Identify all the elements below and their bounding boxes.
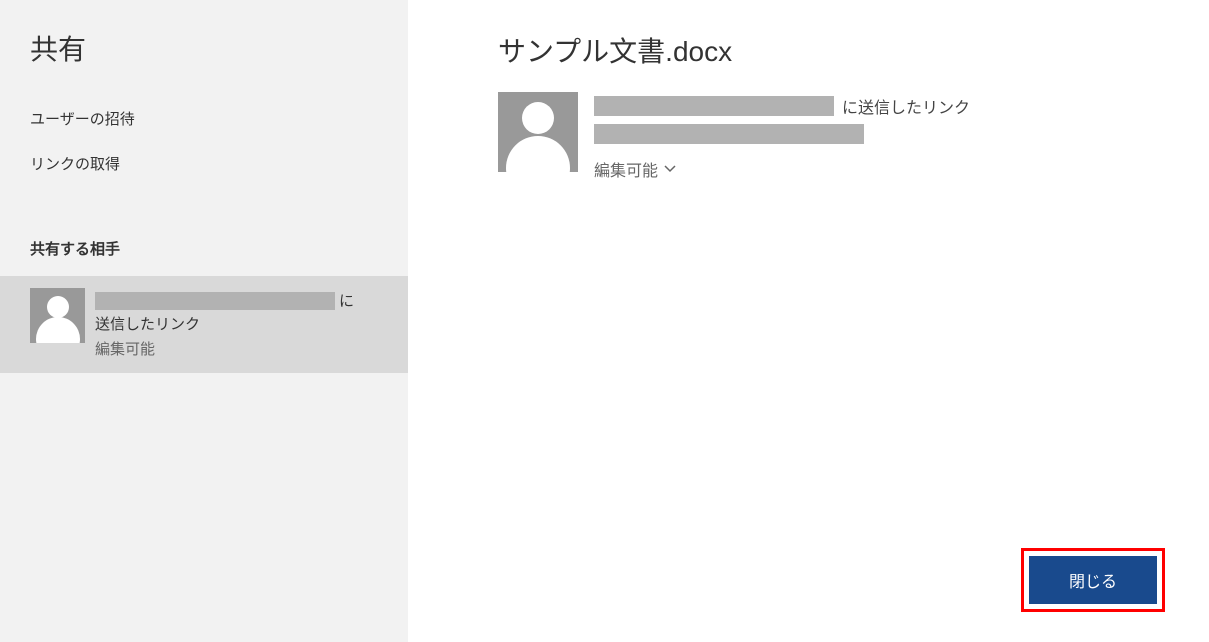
document-title: サンプル文書.docx [498,30,1209,70]
share-sidebar: 共有 ユーザーの招待 リンクの取得 共有する相手 に 送信したリンク 編集可能 [0,0,408,642]
main-content: サンプル文書.docx に送信したリンク 編集可能 閉じる [408,0,1209,642]
close-button-highlight: 閉じる [1021,548,1165,612]
redacted-name-placeholder [95,292,335,310]
sidebar-share-text: に 送信したリンク 編集可能 [95,288,378,359]
sidebar-title: 共有 [0,28,408,68]
sidebar-shared-user-item[interactable]: に 送信したリンク 編集可能 [0,276,408,373]
sidebar-share-recipient-line: に [95,290,378,311]
main-share-recipient-line: に送信したリンク [594,94,970,118]
avatar-icon [498,92,578,172]
sidebar-share-link-sent: 送信したリンク [95,313,378,334]
avatar-icon [30,288,85,343]
sidebar-item-invite-users[interactable]: ユーザーの招待 [0,96,408,141]
chevron-down-icon [664,165,676,173]
main-share-suffix: に送信したリンク [842,94,970,118]
redacted-name-placeholder [594,96,834,116]
redacted-email-placeholder [594,124,970,157]
sidebar-item-get-link[interactable]: リンクの取得 [0,141,408,186]
permission-dropdown[interactable]: 編集可能 [594,157,970,181]
sidebar-share-permission: 編集可能 [95,338,378,359]
permission-label: 編集可能 [594,157,658,181]
sidebar-share-suffix: に [339,290,354,311]
close-button[interactable]: 閉じる [1029,556,1157,604]
main-share-user-row: に送信したリンク 編集可能 [498,92,1209,181]
main-share-text: に送信したリンク 編集可能 [594,92,970,181]
sidebar-section-shared-with: 共有する相手 [0,226,408,264]
